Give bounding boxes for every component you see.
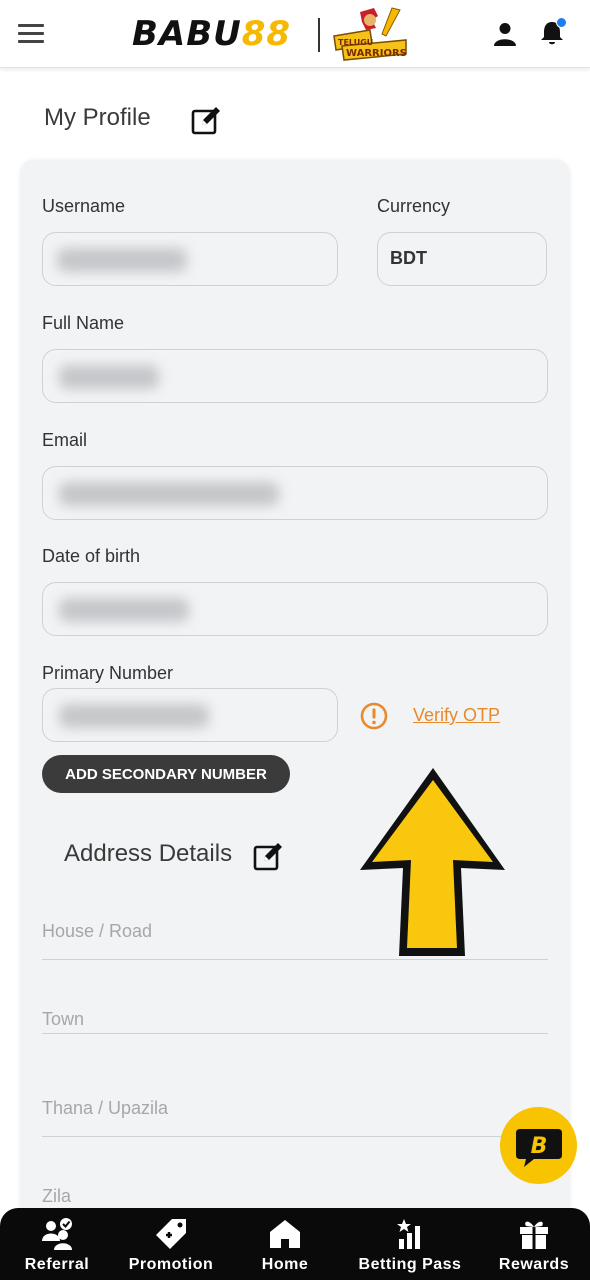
logo-divider: [318, 18, 320, 52]
home-icon: [270, 1220, 300, 1248]
nav-referral[interactable]: Referral: [0, 1208, 114, 1280]
team-warriors-logo: TELUGU WARRIORS: [333, 7, 407, 61]
nav-rewards[interactable]: Rewards: [478, 1208, 590, 1280]
annotation-arrow-icon: [360, 768, 505, 956]
username-label: Username: [42, 196, 126, 216]
dob-field[interactable]: [42, 582, 548, 636]
nav-betting-pass[interactable]: Betting Pass: [342, 1208, 478, 1280]
thana-upazila-input[interactable]: [42, 1100, 548, 1137]
primary-number-field[interactable]: [42, 688, 338, 742]
town-input[interactable]: [42, 1000, 548, 1034]
notification-dot: [556, 17, 567, 28]
edit-address-icon[interactable]: [252, 840, 284, 872]
nav-home-label: Home: [261, 1256, 309, 1273]
currency-value: BDT: [390, 248, 427, 268]
svg-text:WARRIORS: WARRIORS: [346, 48, 407, 59]
currency-field: BDT: [377, 232, 547, 286]
promotion-tag-icon: [156, 1219, 186, 1249]
chat-support-button[interactable]: B: [500, 1107, 577, 1184]
dob-label: Date of birth: [42, 546, 141, 566]
nav-rewards-label: Rewards: [498, 1256, 570, 1273]
page-title: My Profile: [44, 104, 151, 131]
primary-number-value-blurred: [59, 704, 209, 728]
full-name-label: Full Name: [42, 313, 125, 333]
svg-text:B: B: [531, 1134, 548, 1159]
email-label: Email: [42, 430, 88, 450]
nav-promotion-label: Promotion: [128, 1256, 214, 1273]
email-value-blurred: [59, 482, 279, 506]
gift-icon: [520, 1221, 548, 1249]
betting-pass-icon: [397, 1219, 420, 1249]
edit-profile-icon[interactable]: [190, 104, 222, 136]
nav-home[interactable]: Home: [228, 1208, 342, 1280]
user-icon[interactable]: [494, 22, 516, 46]
nav-referral-label: Referral: [24, 1256, 90, 1273]
nav-promotion[interactable]: Promotion: [114, 1208, 228, 1280]
full-name-value-blurred: [59, 365, 159, 389]
primary-number-label: Primary Number: [42, 663, 174, 683]
verify-otp-link[interactable]: Verify OTP: [413, 705, 500, 726]
bottom-navigation: Referral Promotion Home Betting Pass Rew…: [0, 1208, 590, 1280]
hamburger-icon[interactable]: [18, 24, 44, 44]
alert-circle-icon: [360, 702, 388, 730]
svg-text:TELUGU: TELUGU: [338, 38, 373, 47]
zila-placeholder: Zila: [42, 1186, 72, 1206]
full-name-field[interactable]: [42, 349, 548, 403]
email-field[interactable]: [42, 466, 548, 520]
address-details-title: Address Details: [64, 840, 233, 867]
currency-label: Currency: [377, 196, 451, 216]
logo-text-number: 88: [241, 14, 292, 54]
username-value-blurred: [57, 248, 187, 272]
nav-betting-pass-label: Betting Pass: [358, 1256, 462, 1273]
add-secondary-number-button[interactable]: ADD SECONDARY NUMBER: [42, 755, 290, 793]
top-header: BABU88 TELUGU WARRIORS: [0, 0, 590, 68]
logo-text-main: BABU: [132, 14, 242, 54]
referral-icon: [42, 1218, 72, 1250]
chat-b-icon: B: [516, 1129, 562, 1167]
dob-value-blurred: [59, 598, 189, 622]
username-field[interactable]: [42, 232, 338, 286]
brand-logo[interactable]: BABU88: [132, 14, 291, 54]
